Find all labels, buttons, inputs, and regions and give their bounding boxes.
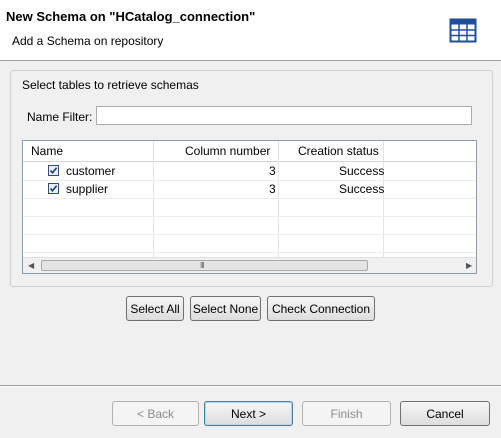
empty-row [23,216,476,235]
name-filter-label: Name Filter: [27,110,93,124]
row-column-number: 3 [269,164,276,178]
row-creation-status: Success [339,164,385,178]
empty-row [23,198,476,217]
checkmark-icon [49,185,58,193]
row-checkbox[interactable] [48,183,59,194]
empty-row [23,234,476,253]
row-name: customer [66,164,116,178]
column-header-name[interactable]: Name [31,144,63,158]
table-header: Name Column number Creation status [23,141,476,162]
select-none-button[interactable]: Select None [190,296,261,321]
finish-button[interactable]: Finish [302,401,391,426]
table-grid-icon [449,17,477,45]
scroll-thumb[interactable]: III [41,260,368,271]
row-creation-status: Success [339,182,385,196]
group-label: Select tables to retrieve schemas [20,78,201,92]
cancel-button[interactable]: Cancel [400,401,490,426]
back-button[interactable]: < Back [112,401,199,426]
wizard-subtitle: Add a Schema on repository [12,34,164,48]
schema-table: Name Column number Creation status custo… [22,140,477,274]
next-button[interactable]: Next > [204,401,293,426]
column-header-column-number[interactable]: Column number [185,144,270,158]
footer-separator-highlight [0,386,501,387]
checkmark-icon [49,167,58,175]
name-filter-input[interactable] [96,106,472,125]
scroll-left-icon[interactable]: ◀ [28,261,34,270]
wizard-header: New Schema on "HCatalog_connection" Add … [0,0,501,61]
scroll-grip: III [200,261,205,270]
column-header-creation-status[interactable]: Creation status [298,144,379,158]
row-column-number: 3 [269,182,276,196]
table-row[interactable]: supplier 3 Success [23,180,476,199]
table-row[interactable]: customer 3 Success [23,162,476,181]
select-all-button[interactable]: Select All [126,296,184,321]
check-connection-button[interactable]: Check Connection [267,296,375,321]
wizard-title: New Schema on "HCatalog_connection" [6,9,256,24]
scroll-right-icon[interactable]: ▶ [466,261,472,270]
horizontal-scrollbar[interactable]: ◀ III ▶ [23,257,476,273]
row-checkbox[interactable] [48,165,59,176]
row-name: supplier [66,182,109,196]
